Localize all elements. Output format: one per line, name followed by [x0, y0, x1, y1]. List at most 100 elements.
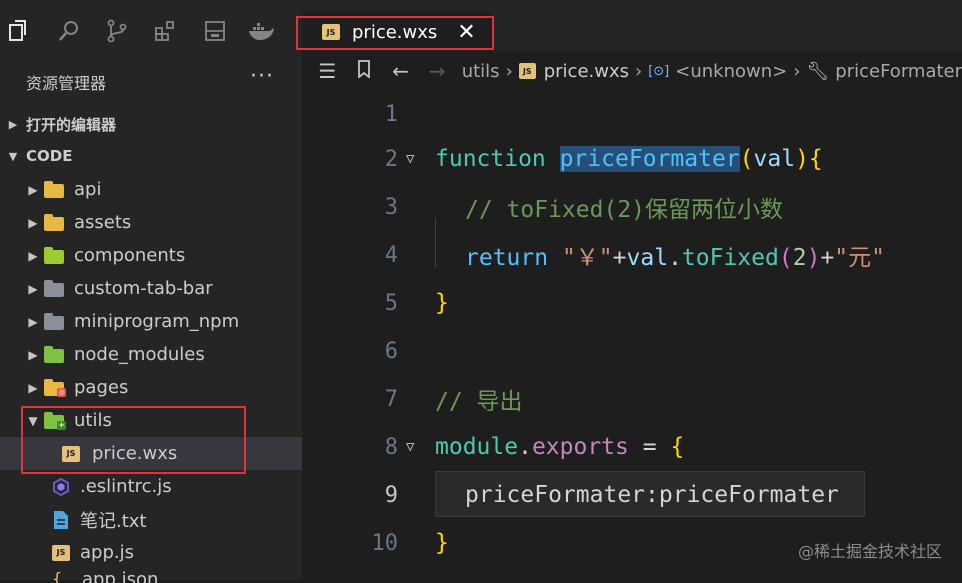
paren: )	[806, 245, 821, 271]
comment: // toFixed(2)保留两位小数	[465, 197, 784, 223]
open-editors-section[interactable]: ▶ 打开的编辑器	[0, 108, 302, 140]
chevron-right-icon: ▶	[28, 314, 38, 329]
forward-arrow-icon[interactable]: →	[426, 59, 449, 83]
tree-folder-miniprogram-npm[interactable]: ▶ miniprogram_npm	[0, 305, 302, 338]
chevron-right-icon: ▶	[28, 281, 38, 296]
module-icon: [⊙]	[648, 63, 670, 79]
folder-icon	[44, 246, 66, 265]
folder-icon	[44, 312, 66, 331]
line-number: 8	[384, 434, 398, 460]
brace: {	[670, 434, 685, 460]
code-text: module.exports = {	[435, 434, 684, 460]
fold-chevron-icon[interactable]: ▽	[406, 151, 414, 167]
tree-folder-pages[interactable]: ▶ ◎ pages	[0, 371, 302, 404]
docker-icon[interactable]	[246, 18, 276, 44]
line-number: 10	[371, 530, 399, 556]
tree-item-label: api	[74, 179, 102, 200]
code-text: function priceFormater(val){	[435, 146, 823, 172]
tree-item-label: app.js	[80, 542, 134, 563]
tree-file-eslintrc[interactable]: .eslintrc.js	[0, 470, 302, 503]
breadcrumb-item-symbol[interactable]: priceFormater	[835, 61, 962, 82]
tree-folder-components[interactable]: ▶ components	[0, 239, 302, 272]
keyword: function	[435, 146, 546, 172]
brace: {	[808, 146, 823, 172]
text-file-icon	[50, 510, 72, 530]
paren: )	[795, 146, 809, 172]
tree-folder-custom-tab-bar[interactable]: ▶ custom-tab-bar	[0, 272, 302, 305]
open-editors-label: 打开的编辑器	[26, 115, 117, 134]
source-control-icon[interactable]	[104, 18, 130, 44]
explorer-sidebar: 资源管理器 ··· ▶ 打开的编辑器 ▼ CODE ▶ api ▶ assets…	[0, 60, 302, 583]
chevron-right-icon: ›	[505, 60, 513, 82]
code-line: 6	[302, 327, 962, 375]
comment: // 导出	[435, 389, 523, 415]
paren: (	[739, 146, 754, 172]
keyword: return	[465, 245, 549, 271]
chevron-right-icon: ▶	[28, 380, 38, 395]
extensions-icon[interactable]	[152, 18, 178, 44]
paren: (	[778, 245, 793, 271]
wrench-icon: 🔧︎	[806, 60, 830, 82]
line-number: 9	[384, 482, 398, 508]
operator: .	[668, 245, 682, 271]
fold-chevron-icon[interactable]: ▽	[406, 439, 414, 455]
function-name: priceFormater	[559, 146, 740, 172]
workspace-section[interactable]: ▼ CODE	[0, 140, 302, 172]
operator: +	[612, 245, 627, 271]
tree-file-app-js[interactable]: JS app.js	[0, 536, 302, 569]
tree-file-app-json[interactable]: { } app.json	[0, 569, 302, 583]
highlight-box-utils	[21, 406, 246, 474]
property-key: priceFormater	[465, 482, 646, 508]
code-line: 4 return "￥"+val.toFixed(2)+"元"	[302, 231, 962, 279]
tree-folder-api[interactable]: ▶ api	[0, 173, 302, 206]
tree-file-notes-txt[interactable]: 笔记.txt	[0, 503, 302, 536]
tree-item-label: pages	[74, 377, 129, 398]
number: 2	[792, 245, 807, 271]
brace: }	[435, 290, 449, 316]
tree-item-label: custom-tab-bar	[74, 278, 213, 299]
operator: :	[645, 482, 659, 508]
outline-list-icon[interactable]: ☰	[316, 59, 339, 83]
code-line: 2 ▽ function priceFormater(val){	[302, 135, 962, 183]
breadcrumb-item-utils[interactable]: utils	[462, 61, 500, 82]
identifier: module	[435, 434, 519, 460]
explorer-icon[interactable]	[6, 18, 32, 44]
line-number: 2	[384, 146, 398, 172]
string: "￥"	[561, 245, 613, 271]
method: toFixed	[681, 245, 779, 271]
code-text: return "￥"+val.toFixed(2)+"元"	[465, 238, 885, 272]
operator: .	[518, 434, 532, 460]
folder-icon	[44, 180, 66, 199]
code-line: 8 ▽ module.exports = {	[302, 423, 962, 471]
code-line-active: 9 priceFormater:priceFormater	[302, 471, 962, 519]
bookmark-icon[interactable]	[353, 59, 376, 83]
chevron-down-icon: ▼	[8, 149, 18, 163]
remote-explorer-icon[interactable]	[202, 18, 228, 44]
search-icon[interactable]	[56, 18, 82, 44]
tree-item-label: miniprogram_npm	[74, 311, 240, 332]
code-line: 1	[302, 90, 962, 138]
line-number: 4	[384, 242, 398, 268]
folder-icon	[44, 345, 66, 364]
line-number: 1	[384, 101, 398, 127]
js-file-icon: JS	[518, 63, 536, 79]
code-line: 3 // toFixed(2)保留两位小数	[302, 183, 962, 231]
chevron-right-icon: ▶	[28, 347, 38, 362]
breadcrumb-item-unknown[interactable]: <unknown>	[675, 61, 787, 82]
breadcrumb: ☰ ← → utils › JS price.wxs › [⊙] <unknow…	[302, 52, 962, 90]
js-file-icon: JS	[52, 544, 70, 561]
string: "元"	[834, 245, 885, 271]
parameter: val	[753, 146, 796, 172]
code-editor[interactable]: 1 2 ▽ function priceFormater(val){ 3 // …	[302, 90, 962, 580]
tree-item-label: components	[74, 245, 186, 266]
identifier: priceFormater	[658, 482, 839, 508]
operator: =	[628, 434, 671, 460]
tree-folder-assets[interactable]: ▶ assets	[0, 206, 302, 239]
explorer-title: 资源管理器	[26, 74, 107, 93]
tree-folder-node-modules[interactable]: ▶ node_modules	[0, 338, 302, 371]
more-actions-icon[interactable]: ···	[250, 64, 274, 89]
back-arrow-icon[interactable]: ←	[389, 59, 412, 83]
breadcrumb-item-file[interactable]: price.wxs	[544, 61, 629, 82]
identifier: val	[626, 245, 669, 271]
chevron-right-icon: ›	[635, 60, 643, 82]
